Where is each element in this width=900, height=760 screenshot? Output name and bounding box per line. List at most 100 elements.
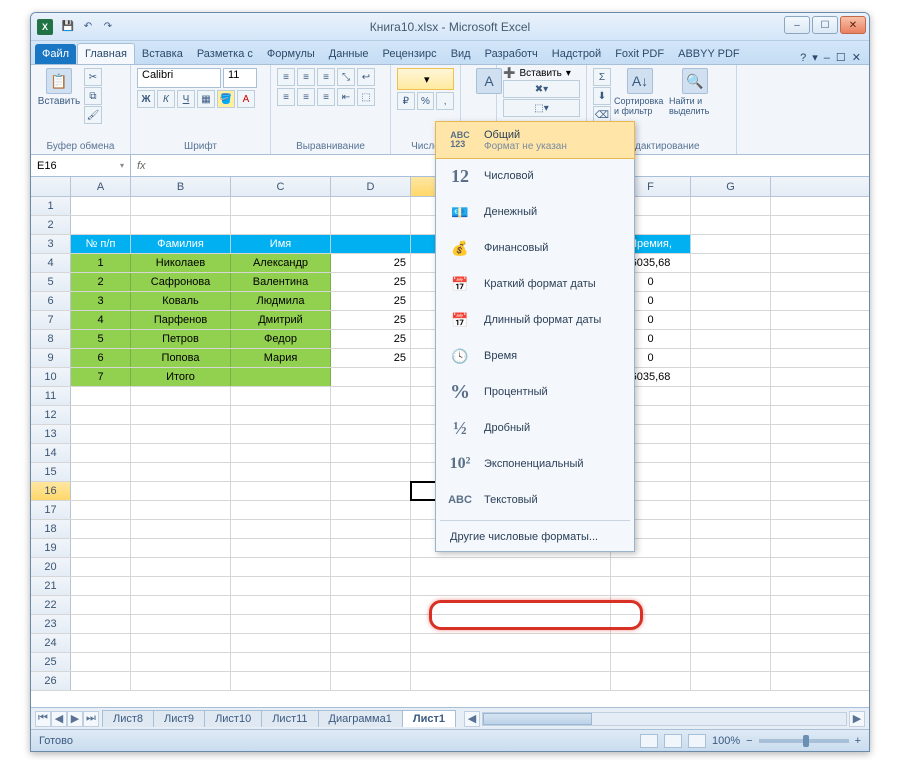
row-header[interactable]: 18 [31,520,71,538]
copy-button[interactable]: ⧉ [84,87,102,105]
fmt-currency[interactable]: 💶 Денежный [436,194,634,230]
fmt-percent[interactable]: % Процентный [436,374,634,410]
cell[interactable] [691,596,771,614]
cell[interactable] [131,672,231,690]
cell[interactable] [131,520,231,538]
cell[interactable] [131,653,231,671]
name-box[interactable]: E16 ▾ [31,155,131,176]
cell[interactable] [691,273,771,291]
cell[interactable]: Парфенов [131,311,231,329]
font-name-select[interactable]: Calibri [137,68,221,88]
cell[interactable] [231,387,331,405]
number-format-select[interactable]: ▾ [397,68,454,90]
align-bottom[interactable]: ≡ [317,68,335,86]
cell[interactable] [231,482,331,500]
col-G[interactable]: G [691,177,771,196]
italic-button[interactable]: К [157,90,175,108]
row-header[interactable]: 7 [31,311,71,329]
cell[interactable] [691,672,771,690]
cell[interactable] [691,634,771,652]
tab-nav-last[interactable]: ⏭ [83,711,99,727]
fill-button[interactable]: ⬇ [593,87,611,105]
cell[interactable] [691,577,771,595]
cell[interactable]: Петров [131,330,231,348]
hscroll[interactable]: ◀ ▶ [460,711,869,727]
currency-btn[interactable]: ₽ [397,92,415,110]
cell[interactable] [131,482,231,500]
cell[interactable] [331,216,411,234]
row-header[interactable]: 22 [31,596,71,614]
align-middle[interactable]: ≡ [297,68,315,86]
zoom-slider[interactable] [759,739,849,743]
cell[interactable]: 2 [71,273,131,291]
align-top[interactable]: ≡ [277,68,295,86]
workbook-restore[interactable]: ☐ [836,51,846,64]
cell[interactable] [331,634,411,652]
cell[interactable] [331,387,411,405]
cell[interactable] [131,558,231,576]
insert-cells-button[interactable]: ➕Вставить ▾ [503,68,580,79]
row-header[interactable]: 23 [31,615,71,633]
cell[interactable] [71,520,131,538]
cell[interactable] [691,425,771,443]
cell[interactable] [331,425,411,443]
bold-button[interactable]: Ж [137,90,155,108]
scroll-right[interactable]: ▶ [849,711,865,727]
cell[interactable] [231,539,331,557]
fmt-short-date[interactable]: 📅 Краткий формат даты [436,266,634,302]
tab-home[interactable]: Главная [77,43,135,64]
cell[interactable]: Коваль [131,292,231,310]
maximize-button[interactable]: ☐ [812,16,838,34]
cell[interactable] [231,577,331,595]
underline-button[interactable]: Ч [177,90,195,108]
cell[interactable] [611,596,691,614]
cell[interactable] [691,482,771,500]
cell[interactable] [131,539,231,557]
fmt-scientific[interactable]: 10² Экспоненциальный [436,446,634,482]
scroll-left[interactable]: ◀ [464,711,480,727]
cell[interactable] [231,406,331,424]
cell[interactable] [611,653,691,671]
cell[interactable] [691,501,771,519]
cell[interactable] [131,216,231,234]
cell[interactable] [231,463,331,481]
workbook-close[interactable]: ✕ [852,51,861,64]
cell[interactable] [411,615,611,633]
cell[interactable] [331,672,411,690]
row-header[interactable]: 10 [31,368,71,386]
align-left[interactable]: ≡ [277,88,295,106]
cell[interactable] [411,596,611,614]
cell[interactable] [231,615,331,633]
zoom-thumb[interactable] [803,735,809,747]
select-all-corner[interactable] [31,177,71,196]
row-header[interactable]: 11 [31,387,71,405]
fill-color-button[interactable]: 🪣 [217,90,235,108]
cell[interactable] [691,520,771,538]
row-header[interactable]: 12 [31,406,71,424]
cell[interactable] [331,596,411,614]
cell[interactable]: Николаев [131,254,231,272]
cell[interactable] [691,463,771,481]
cell[interactable] [131,197,231,215]
cell[interactable] [71,482,131,500]
cell[interactable] [691,558,771,576]
cell[interactable] [691,368,771,386]
cell[interactable] [611,577,691,595]
cell[interactable] [131,425,231,443]
row-header[interactable]: 1 [31,197,71,215]
cell[interactable] [131,406,231,424]
cell[interactable]: 5 [71,330,131,348]
align-right[interactable]: ≡ [317,88,335,106]
tab-foxit[interactable]: Foxit PDF [608,44,671,64]
cell[interactable] [231,558,331,576]
cell[interactable] [231,216,331,234]
cell[interactable]: Сафронова [131,273,231,291]
cell[interactable] [611,558,691,576]
fmt-number[interactable]: 12 Числовой [436,158,634,194]
cell[interactable]: 6 [71,349,131,367]
cell[interactable] [691,235,771,253]
tab-file[interactable]: Файл [35,44,76,64]
tab-nav-next[interactable]: ▶ [67,711,83,727]
cell[interactable] [411,558,611,576]
cell[interactable] [691,406,771,424]
